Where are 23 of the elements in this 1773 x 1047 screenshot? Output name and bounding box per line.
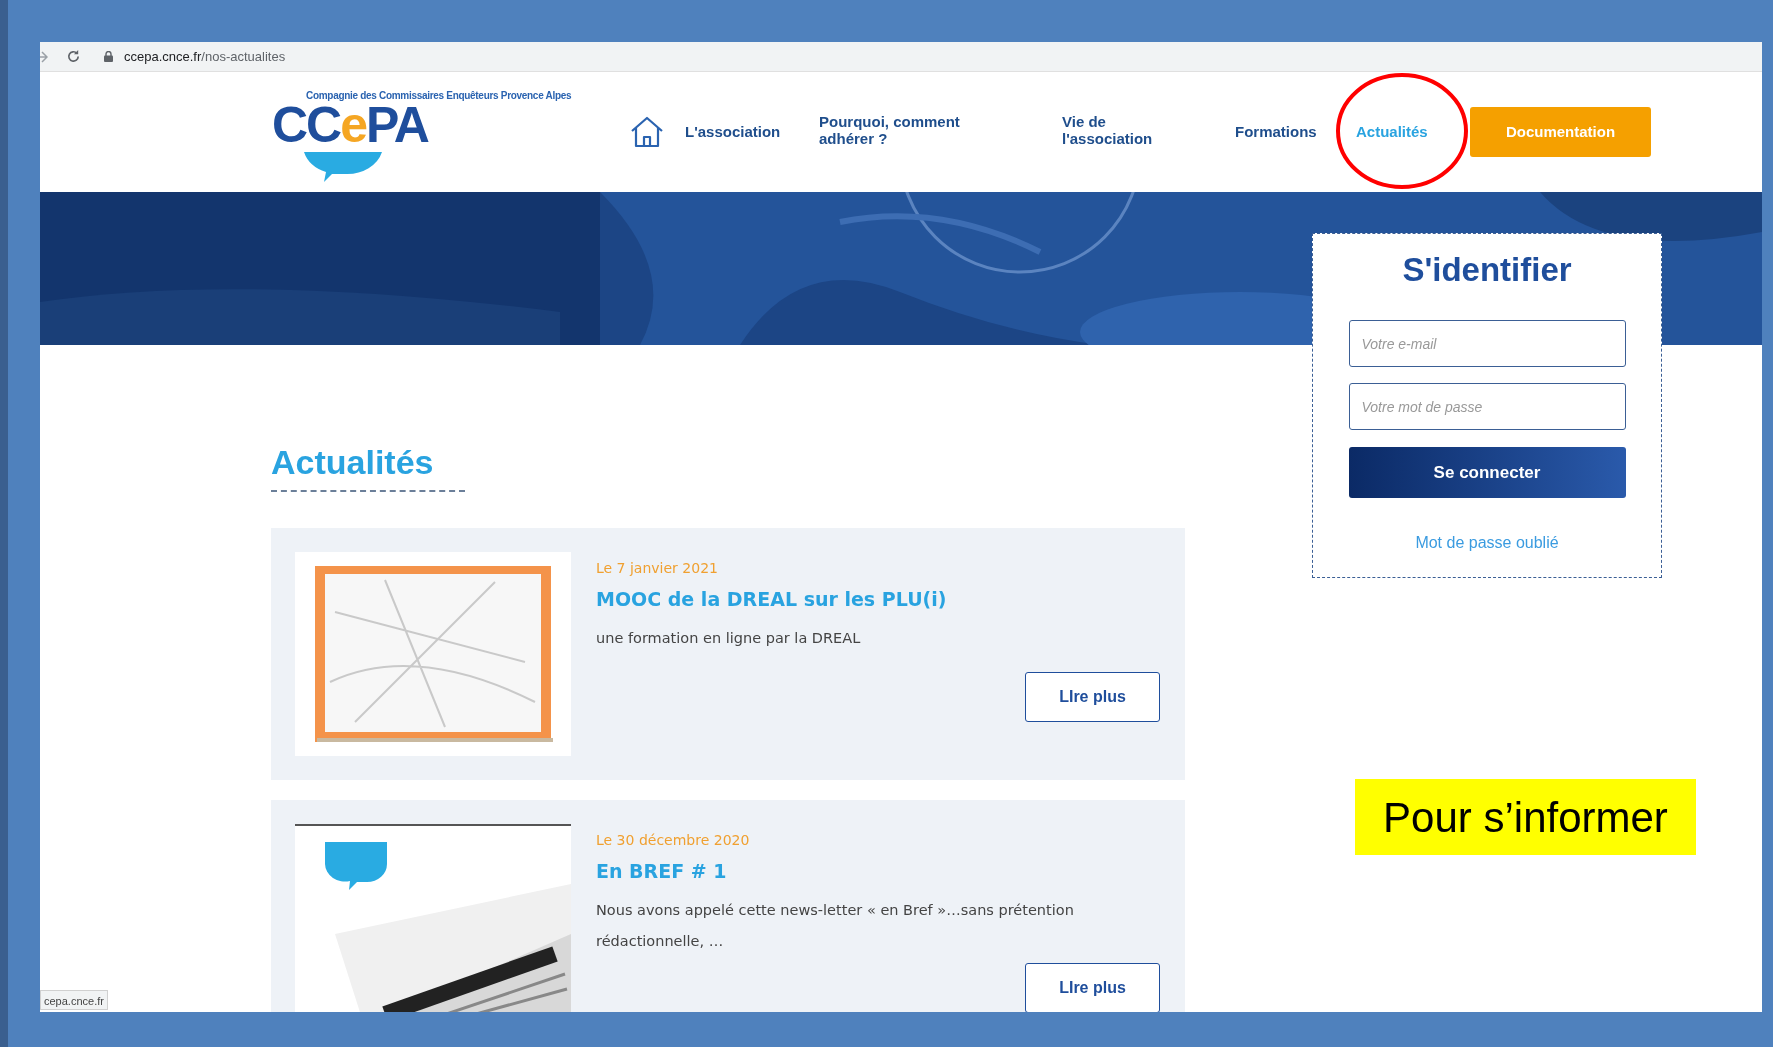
news-summary: Nous avons appelé cette news-letter « en Bref »…sans prétention rédactionnelle, … bbox=[596, 901, 1075, 951]
home-icon[interactable] bbox=[630, 116, 664, 148]
nav-link[interactable]: Vie de l'association bbox=[1062, 113, 1167, 147]
read-more-button[interactable]: LIre plus bbox=[1025, 672, 1160, 722]
page-heading: Actualités bbox=[271, 442, 434, 482]
annotation-label: Pour s’informer bbox=[1355, 779, 1696, 855]
address-url[interactable]: ccepa.cnce.fr/nos-actualites bbox=[124, 46, 286, 67]
logo-tagline: Compagnie des Commissaires Enquêteurs Provence Alpes bbox=[306, 89, 572, 103]
reload-icon[interactable] bbox=[66, 49, 81, 64]
logo-wordmark: CCePA bbox=[272, 100, 428, 150]
nav-link[interactable]: Pourquoi, comment adhérer ? bbox=[819, 113, 969, 147]
news-summary: une formation en ligne par la DREAL bbox=[596, 629, 862, 648]
login-button[interactable]: Se connecter bbox=[1348, 447, 1626, 498]
login-title: S'identifier bbox=[1402, 250, 1572, 290]
email-field[interactable]: Votre e-mail bbox=[1348, 320, 1626, 367]
news-date: Le 30 décembre 2020 bbox=[596, 831, 751, 850]
lock-icon bbox=[104, 51, 113, 62]
status-url: cepa.cnce.fr bbox=[40, 990, 108, 1010]
news-date: Le 7 janvier 2021 bbox=[596, 559, 719, 578]
nav-link[interactable]: L'association bbox=[685, 123, 781, 140]
nav-link[interactable]: Formations bbox=[1235, 123, 1317, 140]
password-field[interactable]: Votre mot de passe bbox=[1348, 383, 1626, 430]
read-more-button[interactable]: LIre plus bbox=[1025, 963, 1160, 1012]
